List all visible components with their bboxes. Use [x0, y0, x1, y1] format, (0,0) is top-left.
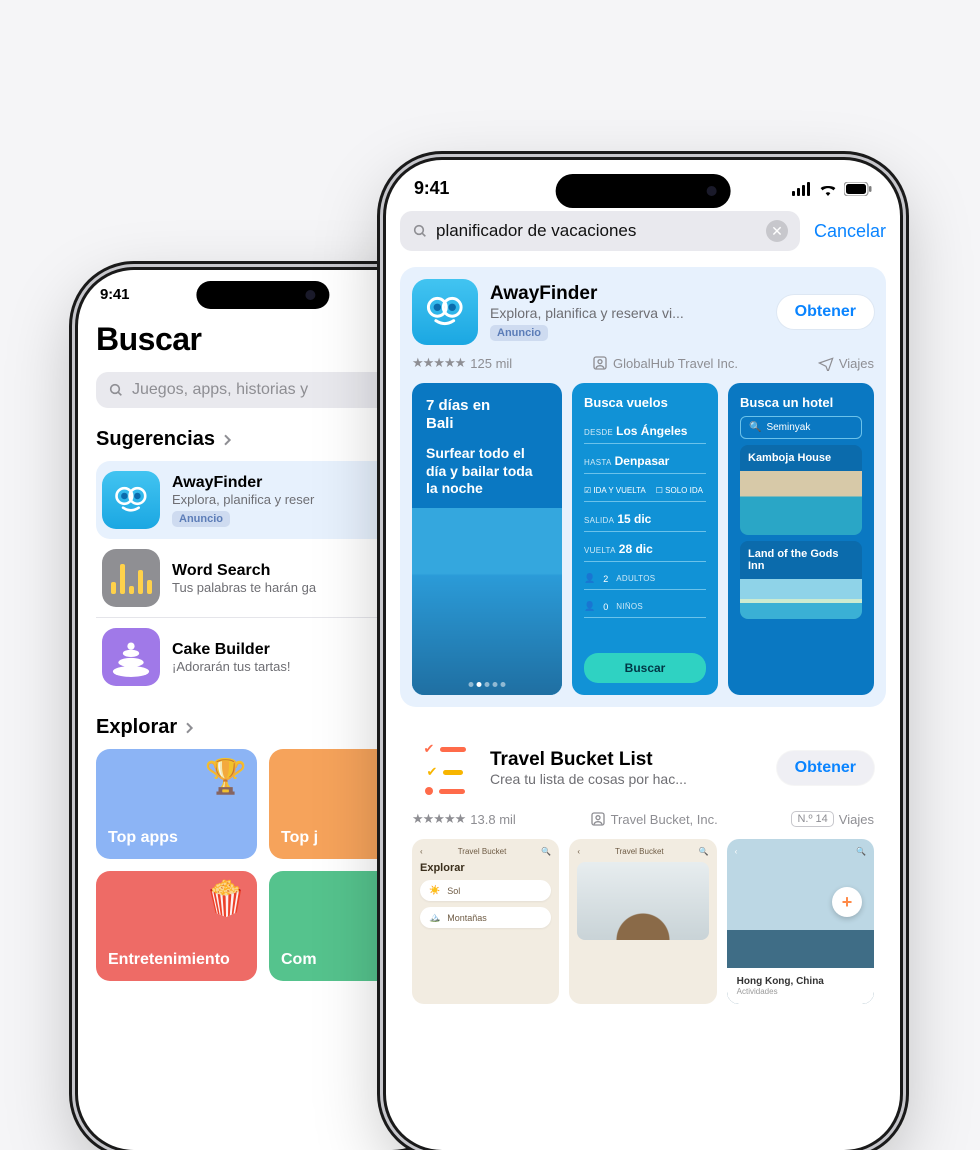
page-title: Buscar — [96, 321, 430, 358]
notch — [196, 281, 329, 309]
clear-search-button[interactable]: ✕ — [766, 220, 788, 242]
page-dots — [469, 682, 506, 687]
chevron-right-icon — [219, 432, 235, 448]
screenshot-2[interactable]: Busca vuelos DESDE Los Ángeles HASTA Den… — [572, 383, 718, 695]
search-placeholder: Juegos, apps, historias y — [132, 381, 308, 399]
result-title: AwayFinder — [490, 283, 765, 305]
ad-badge: Anuncio — [172, 511, 230, 527]
wordsearch-icon — [102, 549, 160, 607]
screenshot-1[interactable]: ‹Travel Bucket🔍 Explorar ☀️ Sol 🏔️ Monta… — [412, 839, 559, 1004]
battery-icon — [844, 182, 872, 196]
explore-top-apps[interactable]: 🏆 Top apps — [96, 749, 257, 859]
search-result-awayfinder[interactable]: AwayFinder Explora, planifica y reserva … — [400, 267, 886, 707]
result-meta: ★★★★★ 125 mil GlobalHub Travel Inc. Viaj… — [412, 355, 874, 371]
suggestion-wordsearch[interactable]: Word Search Tus palabras te harán ga — [96, 539, 430, 617]
search-result-travelbucket[interactable]: ✔ ✔ Travel Bucket List Crea tu lista de … — [400, 723, 886, 1016]
screenshot-1[interactable]: 7 días enBali Surfear todo el día y bail… — [412, 383, 562, 695]
result-subtitle: Explora, planifica y reserva vi... — [490, 305, 765, 321]
cakebuilder-icon — [102, 628, 160, 686]
screenshot-2[interactable]: ‹Travel Bucket🔍 — [569, 839, 716, 1004]
result-subtitle: Crea tu lista de cosas por hac... — [490, 771, 765, 787]
ad-badge: Anuncio — [490, 325, 548, 341]
hotel-search-field: 🔍 Seminyak — [740, 416, 862, 439]
category: Viajes — [839, 356, 874, 371]
surf-image — [412, 508, 562, 696]
search-icon — [412, 223, 428, 239]
wifi-icon — [818, 182, 838, 196]
search-value: planificador de vacaciones — [436, 221, 636, 241]
suggestions-header[interactable]: Sugerencias — [96, 428, 430, 451]
rank-badge: N.º 14 — [791, 811, 833, 827]
add-button: + — [832, 887, 862, 917]
get-button[interactable]: Obtener — [777, 751, 874, 785]
travelbucket-icon: ✔ ✔ — [412, 735, 478, 801]
chevron-right-icon — [181, 720, 197, 736]
cancel-button[interactable]: Cancelar — [814, 221, 886, 242]
status-time: 9:41 — [414, 178, 449, 199]
screenshot-3[interactable]: Busca un hotel 🔍 Seminyak Kamboja House … — [728, 383, 874, 695]
search-input[interactable]: planificador de vacaciones ✕ — [400, 211, 800, 251]
stars-icon: ★★★★★ — [412, 811, 465, 827]
awayfinder-icon — [412, 279, 478, 345]
status-time: 9:41 — [100, 286, 129, 303]
screenshot-3[interactable]: ‹🔍 + Hong Kong, China Actividades — [727, 839, 874, 1004]
get-button[interactable]: Obtener — [777, 295, 874, 329]
search-flights-button: Buscar — [584, 653, 706, 683]
pagoda-image — [577, 862, 708, 940]
awayfinder-icon — [102, 471, 160, 529]
cellular-icon — [792, 182, 812, 196]
result-meta: ★★★★★ 13.8 mil Travel Bucket, Inc. N.º 1… — [412, 811, 874, 827]
trophy-icon: 🏆 — [205, 757, 247, 797]
airplane-icon — [818, 355, 834, 371]
developer-name: GlobalHub Travel Inc. — [613, 356, 738, 371]
developer-name: Travel Bucket, Inc. — [611, 812, 718, 827]
result-title: Travel Bucket List — [490, 749, 765, 771]
explore-header[interactable]: Explorar — [96, 716, 430, 739]
hotel-image — [740, 579, 862, 619]
ratings-count: 13.8 mil — [470, 812, 516, 827]
popcorn-icon: 🍿 — [205, 879, 247, 919]
search-icon — [108, 382, 124, 398]
notch — [556, 174, 731, 208]
developer-icon — [592, 355, 608, 371]
stars-icon: ★★★★★ — [412, 355, 465, 371]
hotel-image — [740, 471, 862, 535]
suggestion-cakebuilder[interactable]: Cake Builder ¡Adorarán tus tartas! — [96, 617, 430, 696]
category: Viajes — [839, 812, 874, 827]
explore-entertainment[interactable]: 🍿 Entretenimiento — [96, 871, 257, 981]
suggestion-awayfinder[interactable]: AwayFinder Explora, planifica y reser An… — [96, 461, 430, 539]
search-input[interactable]: Juegos, apps, historias y — [96, 372, 430, 408]
status-icons — [792, 182, 872, 196]
ratings-count: 125 mil — [470, 356, 512, 371]
developer-icon — [590, 811, 606, 827]
